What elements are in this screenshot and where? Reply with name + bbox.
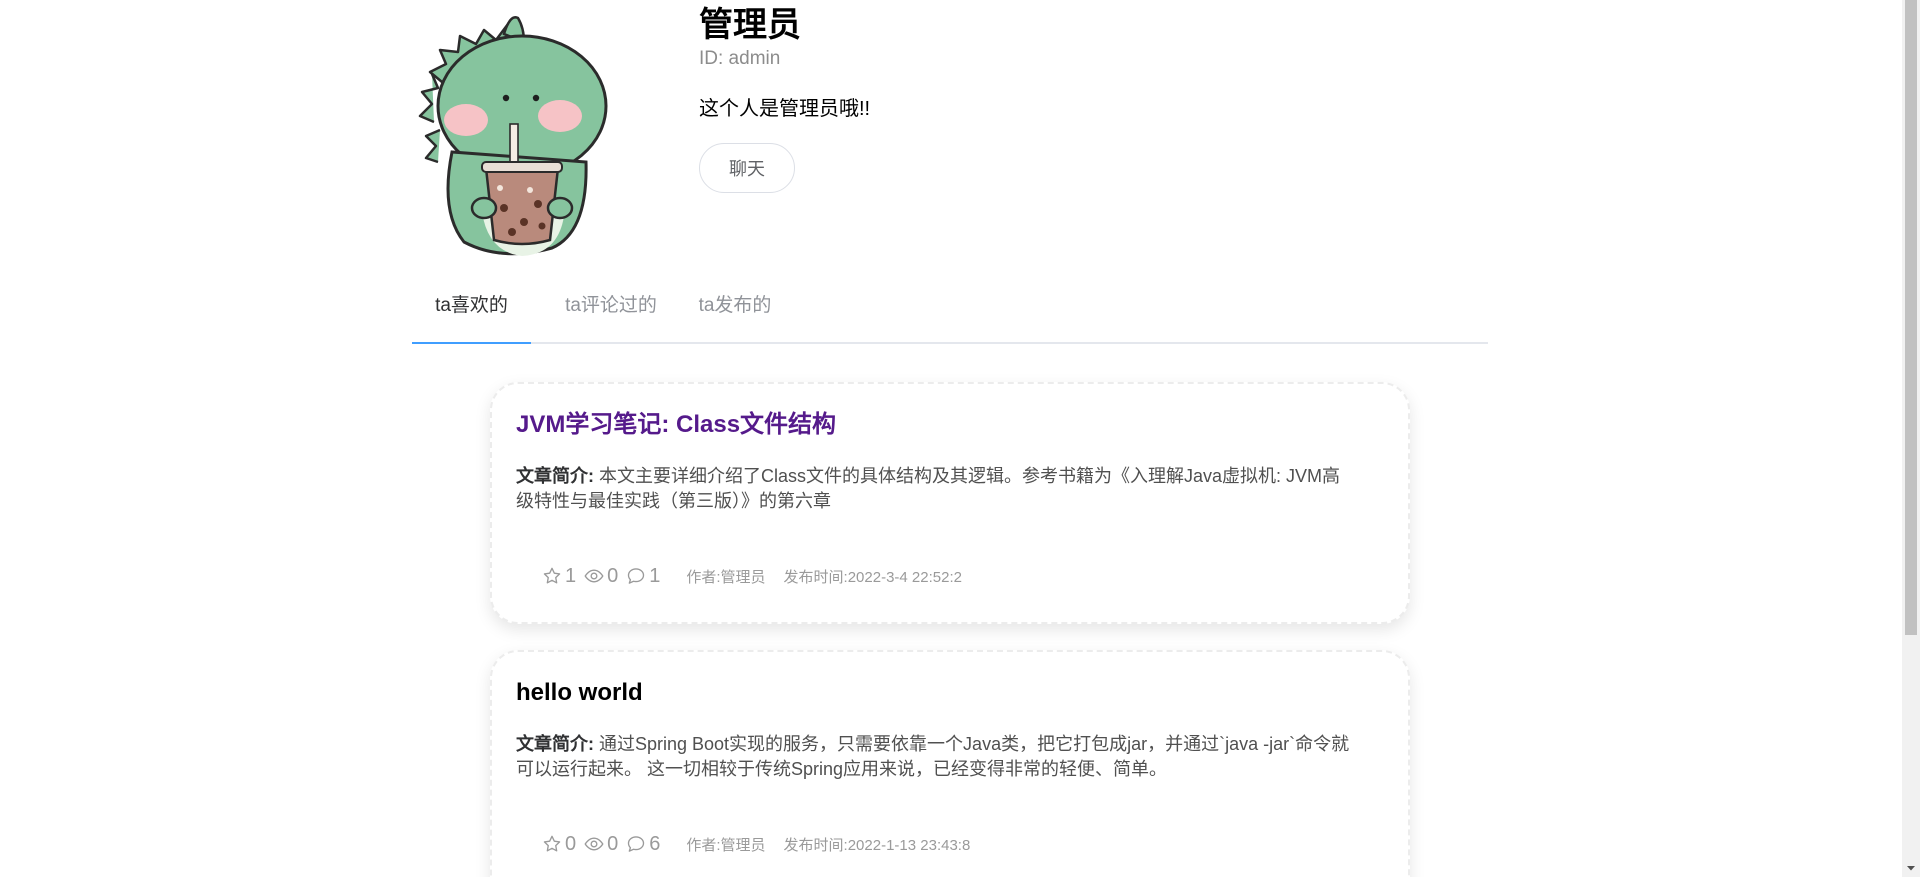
like-count: 0 (565, 832, 577, 855)
comment-icon (628, 568, 645, 584)
article-title-link[interactable]: JVM学习笔记: Class文件结构 (516, 410, 836, 440)
star-icon (543, 567, 561, 584)
article-title-link[interactable]: hello world (516, 678, 643, 708)
chat-button[interactable]: 聊天 (699, 143, 795, 193)
article-author: 作者:管理员 (686, 836, 766, 854)
view-stat: 0 (584, 833, 620, 856)
summary-text: 本文主要详细介绍了Class文件的具体结构及其逻辑。参考书籍为《入理解Java虚… (516, 466, 1341, 511)
dinosaur-avatar-image (418, 16, 608, 256)
view-count: 0 (607, 832, 619, 855)
article-summary: 文章简介: 通过Spring Boot实现的服务，只需要依靠一个Java类，把它… (516, 732, 1356, 782)
view-count: 0 (607, 564, 619, 587)
article-author: 作者:管理员 (686, 568, 766, 586)
summary-text: 通过Spring Boot实现的服务，只需要依靠一个Java类，把它打包成jar… (516, 734, 1350, 779)
article-meta: 0 0 6 作者:管理员 发布时间:2022-1-13 23:43:8 (542, 831, 970, 857)
article-publish-time: 发布时间:2022-1-13 23:43:8 (783, 836, 971, 854)
star-icon (543, 835, 561, 852)
scroll-down-arrow-icon[interactable] (1902, 859, 1920, 877)
scrollbar-thumb[interactable] (1905, 0, 1917, 635)
eye-icon (584, 569, 604, 583)
article-publish-time: 发布时间:2022-3-4 22:52:2 (783, 568, 962, 586)
comment-stat[interactable]: 6 (626, 833, 662, 856)
view-stat: 0 (584, 565, 620, 588)
article-card[interactable]: hello world 文章简介: 通过Spring Boot实现的服务，只需要… (490, 650, 1410, 877)
comment-count: 6 (649, 832, 661, 855)
tab-commented[interactable]: ta评论过的 (548, 276, 674, 342)
profile-tabs: ta喜欢的 ta评论过的 ta发布的 (412, 276, 1488, 344)
eye-icon (584, 837, 604, 851)
article-summary: 文章简介: 本文主要详细介绍了Class文件的具体结构及其逻辑。参考书籍为《入理… (516, 464, 1356, 514)
comment-stat[interactable]: 1 (626, 565, 662, 588)
summary-label: 文章简介: (516, 466, 594, 486)
profile-header: 管理员 ID: admin 这个人是管理员哦!! 聊天 (412, 0, 1488, 268)
avatar (412, 12, 612, 264)
like-stat[interactable]: 0 (542, 833, 578, 856)
profile-bio: 这个人是管理员哦!! (699, 98, 871, 120)
like-stat[interactable]: 1 (542, 565, 578, 588)
profile-name: 管理员 (699, 6, 801, 44)
profile-info: 管理员 ID: admin 这个人是管理员哦!! 聊天 (699, 0, 870, 193)
tab-active-indicator (412, 342, 531, 344)
tab-published[interactable]: ta发布的 (682, 276, 788, 342)
user-profile-page: 管理员 ID: admin 这个人是管理员哦!! 聊天 ta喜欢的 ta评论过的… (0, 0, 1920, 877)
article-meta: 1 0 1 作者:管理员 发布时间:2022-3-4 22:52:2 (542, 563, 962, 589)
tab-liked[interactable]: ta喜欢的 (412, 276, 531, 342)
summary-label: 文章简介: (516, 734, 594, 754)
like-count: 1 (565, 564, 577, 587)
article-card[interactable]: JVM学习笔记: Class文件结构 文章简介: 本文主要详细介绍了Class文… (490, 382, 1410, 624)
comment-icon (628, 836, 645, 852)
page-scrollbar[interactable] (1902, 0, 1920, 877)
comment-count: 1 (649, 564, 661, 587)
profile-id: ID: admin (699, 48, 781, 69)
